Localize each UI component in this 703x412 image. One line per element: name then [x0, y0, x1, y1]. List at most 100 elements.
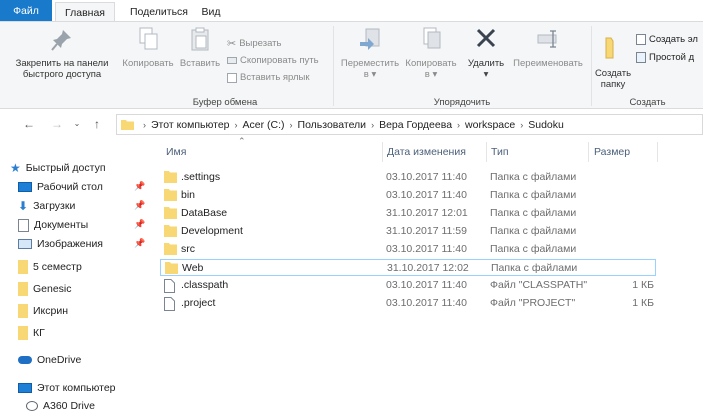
nav-label: Иксрин — [33, 305, 69, 317]
file-row[interactable]: .classpath 03.10.2017 11:40 Файл "CLASSP… — [160, 277, 656, 294]
back-arrow-icon[interactable]: ← — [22, 116, 36, 132]
file-row[interactable]: Development 31.10.2017 11:59 Папка с фай… — [160, 223, 656, 240]
rename-icon — [537, 30, 557, 48]
paste-label: Вставить — [179, 58, 221, 69]
file-name: bin — [181, 189, 196, 201]
column-divider[interactable] — [657, 142, 658, 162]
breadcrumb-user[interactable]: Вера Гордеева — [379, 119, 452, 131]
cut-button[interactable]: ✂ Вырезать — [227, 37, 281, 50]
navigation-pane: ★ Быстрый доступ Рабочий стол 📌 ⬇ Загруз… — [0, 140, 152, 412]
create-group-label: Создать — [629, 97, 666, 108]
copy-to-button[interactable]: Копировать в ▾ — [400, 26, 462, 80]
paste-shortcut-label: Вставить ярлык — [240, 72, 310, 83]
breadcrumb-separator[interactable]: › — [371, 120, 374, 130]
file-name: Web — [182, 262, 204, 274]
copy-to-sub: в ▾ — [424, 69, 438, 80]
pin-icon[interactable]: 📌 — [134, 219, 145, 230]
column-divider[interactable] — [382, 142, 383, 162]
column-header-date[interactable]: Дата изменения — [387, 142, 466, 162]
scissors-icon: ✂ — [227, 38, 237, 50]
paste-icon — [191, 27, 209, 51]
drive-icon — [26, 401, 38, 411]
breadcrumb-separator[interactable]: › — [520, 120, 523, 130]
tab-view[interactable]: Вид — [196, 2, 226, 22]
column-header-size[interactable]: Размер — [594, 142, 630, 162]
new-folder-icon — [605, 37, 614, 59]
nav-a360-drive[interactable]: A360 Drive — [26, 396, 95, 412]
copy-button[interactable]: Копировать — [118, 26, 178, 69]
file-row[interactable]: bin 03.10.2017 11:40 Папка с файлами — [160, 187, 656, 204]
new-item-icon — [636, 34, 646, 45]
file-date: 31.10.2017 11:59 — [386, 225, 467, 237]
pin-icon[interactable]: 📌 — [134, 238, 145, 249]
nav-folder-5-semester[interactable]: 5 семестр — [18, 257, 82, 277]
new-item-button[interactable]: Создать эл — [636, 34, 698, 45]
file-icon — [164, 297, 175, 311]
breadcrumb-separator[interactable]: › — [290, 120, 293, 130]
breadcrumb-sudoku[interactable]: Sudoku — [528, 119, 564, 131]
nav-this-pc[interactable]: Этот компьютер — [18, 378, 116, 398]
file-size: 1 КБ — [632, 297, 654, 309]
file-type: Папка с файлами — [491, 262, 578, 274]
breadcrumb-separator[interactable]: › — [457, 120, 460, 130]
copy-path-button[interactable]: Скопировать путь — [227, 55, 319, 66]
column-divider[interactable] — [588, 142, 589, 162]
nav-folder-genesic[interactable]: Genesic — [18, 279, 72, 299]
ribbon: Закрепить на панели быстрого доступа Коп… — [0, 21, 703, 109]
tab-share[interactable]: Поделиться — [124, 2, 194, 22]
nav-label: A360 Drive — [43, 400, 95, 412]
nav-quick-access[interactable]: ★ Быстрый доступ — [10, 158, 106, 178]
ribbon-tabs: Файл Главная Поделиться Вид — [0, 0, 703, 23]
nav-downloads[interactable]: ⬇ Загрузки — [18, 196, 75, 216]
file-row[interactable]: DataBase 31.10.2017 12:01 Папка с файлам… — [160, 205, 656, 222]
rename-button[interactable]: Переименовать — [508, 26, 588, 69]
pin-icon[interactable]: 📌 — [134, 181, 145, 192]
folder-icon — [164, 243, 177, 255]
tab-file[interactable]: Файл — [0, 0, 52, 22]
nav-label: Этот компьютер — [37, 382, 116, 394]
breadcrumb-users[interactable]: Пользователи — [298, 119, 367, 131]
breadcrumb-drive-c[interactable]: Acer (C:) — [243, 119, 285, 131]
folder-icon — [18, 282, 28, 296]
pin-icon[interactable]: 📌 — [134, 200, 145, 211]
easy-access-button[interactable]: Простой д — [636, 52, 694, 63]
nav-folder-kg[interactable]: КГ — [18, 323, 45, 343]
paste-button[interactable]: Вставить — [174, 26, 226, 69]
nav-desktop[interactable]: Рабочий стол — [18, 177, 103, 197]
up-arrow-icon[interactable]: ↑ — [90, 116, 104, 132]
move-to-icon — [360, 28, 380, 50]
file-row[interactable]: .project 03.10.2017 11:40 Файл "PROJECT"… — [160, 295, 656, 312]
pin-quick-access-button[interactable]: Закрепить на панели быстрого доступа — [2, 26, 122, 80]
address-bar[interactable]: › Этот компьютер › Acer (C:) › Пользоват… — [116, 114, 703, 135]
shortcut-icon — [227, 72, 237, 83]
file-type: Папка с файлами — [490, 225, 577, 237]
column-header-type[interactable]: Тип — [491, 142, 509, 162]
tab-home[interactable]: Главная — [55, 2, 115, 23]
breadcrumb-this-pc[interactable]: Этот компьютер — [151, 119, 230, 131]
nav-pictures[interactable]: Изображения — [18, 234, 103, 254]
pin-icon — [51, 30, 71, 51]
file-row-focused[interactable]: Web 31.10.2017 12:02 Папка с файлами — [160, 259, 656, 276]
move-to-button[interactable]: Переместить в ▾ — [336, 26, 404, 80]
file-row[interactable]: src 03.10.2017 11:40 Папка с файлами — [160, 241, 656, 258]
download-icon: ⬇ — [18, 199, 29, 213]
nav-folder-ikskrin[interactable]: Иксрин — [18, 301, 68, 321]
forward-arrow-icon[interactable]: → — [50, 116, 64, 132]
folder-icon — [165, 262, 178, 274]
nav-documents[interactable]: Документы — [18, 215, 88, 235]
column-header-name[interactable]: Имя — [166, 142, 186, 162]
nav-onedrive[interactable]: OneDrive — [18, 350, 81, 370]
recent-locations-chevron-icon[interactable]: ⌄ — [70, 116, 84, 132]
folder-icon — [164, 189, 177, 201]
desktop-icon — [18, 182, 32, 192]
column-divider[interactable] — [486, 142, 487, 162]
paste-shortcut-button[interactable]: Вставить ярлык — [227, 72, 310, 83]
file-icon — [164, 279, 175, 293]
breadcrumb-workspace[interactable]: workspace — [465, 119, 515, 131]
file-name: .project — [181, 297, 216, 309]
breadcrumb-separator[interactable]: › — [235, 120, 238, 130]
new-folder-button[interactable]: Создать папку — [592, 26, 634, 90]
file-row[interactable]: .settings 03.10.2017 11:40 Папка с файла… — [160, 169, 656, 186]
file-name: .settings — [181, 171, 221, 183]
delete-button[interactable]: Удалить ▾ — [462, 26, 510, 80]
